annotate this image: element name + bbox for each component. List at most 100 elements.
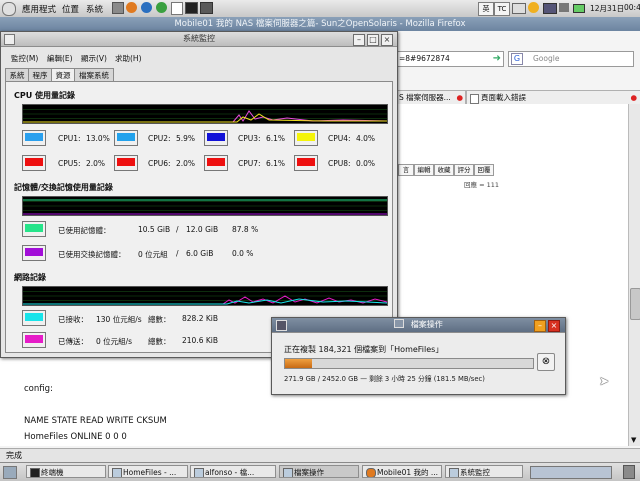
update-icon[interactable] [528,2,539,13]
cpu3-color-swatch[interactable] [204,130,228,146]
received-label: 已接收： [58,315,88,324]
favorite-button[interactable]: 收藏 [434,164,454,176]
cpu2-label: CPU2: [148,134,171,143]
cpu5-color-swatch[interactable] [22,155,46,171]
cpu3-label: CPU3: [238,134,261,143]
go-arrow-icon[interactable]: ➜ [493,53,501,65]
tab-label: S 檔案伺服器... [399,93,451,102]
maximize-button[interactable]: □ [367,34,379,46]
swap-total: 6.0 GiB [186,249,214,258]
chat-icon[interactable] [156,2,167,13]
cpu3-value: 6.1% [266,134,286,143]
scroll-down-arrow-icon[interactable]: ▼ [631,436,636,444]
fileop-title-bar[interactable]: 檔案操作 – × [272,318,565,333]
window-menu-icon[interactable] [276,320,287,331]
memory-separator: / [176,225,179,234]
applications-menu[interactable]: 應用程式 [22,3,56,15]
taskbar-item-system-monitor[interactable]: 系統監控 [445,465,523,478]
search-input[interactable]: Google [533,52,559,66]
cpu4-color-swatch[interactable] [294,130,318,146]
received-color-swatch[interactable] [22,310,46,326]
tab-system[interactable]: 系統 [5,68,29,82]
mail-icon[interactable] [141,2,152,13]
tab-processes[interactable]: 程序 [28,68,52,82]
cpu8-label: CPU8: [328,159,351,168]
google-icon[interactable]: G [511,53,523,65]
cpu7-label: CPU7: [238,159,261,168]
cpu1-color-swatch[interactable] [22,130,46,146]
network-icon[interactable] [543,3,557,14]
minimize-button[interactable]: – [353,34,365,46]
menu-view[interactable]: 顯示(V) [81,53,107,64]
memory-color-swatch[interactable] [22,221,46,237]
document-icon[interactable] [171,2,183,15]
firefox-search-bar[interactable]: G Google [508,51,634,67]
cpu7-color-swatch[interactable] [204,155,228,171]
cpu4-value: 4.0% [356,134,376,143]
sysmon-title-bar[interactable]: 系統監控 – □ × [1,32,397,47]
sent-rate: 0 位元組/s [96,337,133,346]
clock-time[interactable]: 00:42 [624,3,640,12]
cpu2-color-swatch[interactable] [114,130,138,146]
close-button[interactable]: × [548,320,560,332]
volume-icon[interactable] [559,3,569,12]
cpu6-color-swatch[interactable] [114,155,138,171]
close-button[interactable]: × [381,34,393,46]
places-menu[interactable]: 位置 [62,3,79,15]
file-operations-icon [283,468,293,477]
cpu2-value: 5.9% [176,134,196,143]
sent-label: 已傳送： [58,337,88,346]
firefox-url-bar[interactable]: =8#9672874 ➜ [396,51,504,67]
terminal-icon[interactable] [185,2,198,14]
taskbar-item-file-operations[interactable]: 檔案操作 [279,465,359,478]
menu-edit[interactable]: 編輯(E) [47,53,73,64]
resources-panel: CPU 使用量記錄 CPU1: 13.0% CPU2: 5.9% CPU3: 6… [5,81,393,353]
taskbar-item-homefiles[interactable]: HomeFiles - ... [108,465,188,478]
system-monitor-icon [449,468,459,477]
system-menu[interactable]: 系統 [86,3,103,15]
close-tab-icon[interactable]: ● [456,91,463,105]
cpu8-color-swatch[interactable] [294,155,318,171]
launcher-icons [112,2,213,15]
keyboard-icon[interactable] [512,3,526,14]
taskbar-item-terminal[interactable]: 終端機 [26,465,106,478]
url-text: =8#9672874 [399,54,450,63]
input-mode-indicator[interactable]: TC [494,2,510,16]
firefox-title-bar[interactable]: Mobile01 我的 NAS 檔案伺服器之篇- Sun之OpenSolaris… [0,17,640,31]
tab-filesystems[interactable]: 檔案系統 [74,68,114,82]
web-browser-icon[interactable] [126,2,137,13]
package-icon[interactable] [112,2,124,14]
memory-total: 12.0 GiB [186,225,219,234]
taskbar-item-alfonso[interactable]: alfonso - 檔... [190,465,276,478]
tab-label: 頁面載入錯誤 [481,93,526,102]
sent-color-swatch[interactable] [22,332,46,348]
battery-icon[interactable] [573,4,585,13]
reply-button[interactable]: 回覆 [474,164,494,176]
menu-help[interactable]: 求助(H) [115,53,142,64]
trash-icon[interactable] [623,465,635,479]
cancel-copy-button[interactable]: ⊗ [537,353,555,371]
swap-color-swatch[interactable] [22,245,46,261]
tab-resources[interactable]: 資源 [51,68,75,82]
show-desktop-icon[interactable] [3,466,17,479]
foot-icon[interactable] [2,2,16,16]
scroll-thumb[interactable] [630,288,640,320]
workspace-switcher[interactable] [530,466,612,479]
vertical-scrollbar[interactable]: ▼ [628,104,640,446]
received-total-label: 總數： [148,315,171,324]
screenshot-icon[interactable] [200,2,213,14]
close-tab-icon[interactable]: ● [630,91,637,105]
window-menu-icon[interactable] [4,34,15,45]
rate-button[interactable]: 評分 [454,164,474,176]
clock-date[interactable]: 12月31日 [590,3,624,14]
menu-monitor[interactable]: 監控(M) [11,53,38,64]
quote-button[interactable]: 言 [398,164,414,176]
minimize-button[interactable]: – [534,320,546,332]
swap-percent: 0.0 % [232,249,254,258]
edit-button[interactable]: 編輯 [414,164,434,176]
swap-used: 0 位元組 [138,250,168,259]
folder-icon [112,468,122,477]
task-label: 檔案操作 [294,468,324,477]
taskbar-item-firefox[interactable]: Mobile01 我的 ... [362,465,442,478]
input-method-indicator[interactable]: 英 [478,2,494,16]
